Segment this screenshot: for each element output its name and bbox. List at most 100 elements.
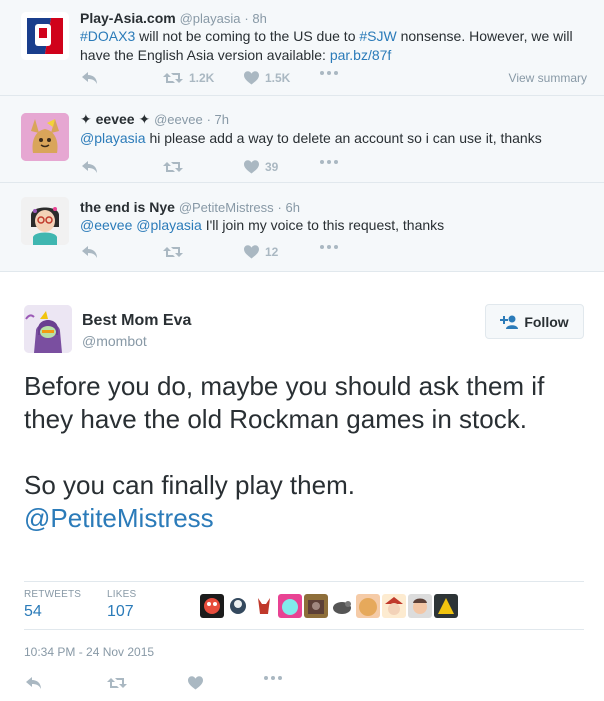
reply-button[interactable]: [26, 676, 42, 690]
mention-link[interactable]: @eevee: [80, 217, 132, 233]
eevee-avatar[interactable]: [21, 113, 69, 161]
more-dots-icon: [320, 245, 338, 249]
more-dots-icon: [320, 71, 338, 75]
liker-avatar[interactable]: [304, 594, 328, 618]
more-button[interactable]: [320, 245, 338, 249]
reply-button[interactable]: [82, 71, 98, 85]
tweet-header: the end is Nye @PetiteMistress · 6h: [80, 199, 300, 215]
author-handle[interactable]: @eevee: [154, 112, 203, 127]
tweet-header: ✦ eevee ✦ @eevee · 7h: [80, 111, 229, 128]
tweet-text-part: I'll join my voice to this request, than…: [201, 217, 445, 233]
reply-icon: [82, 72, 97, 84]
liker-avatar[interactable]: [408, 594, 432, 618]
playasia-avatar[interactable]: [21, 12, 69, 60]
more-button[interactable]: [320, 71, 338, 75]
heart-icon: [244, 160, 259, 174]
author-name-text: eevee: [95, 111, 135, 127]
reply-tweet-petitemistress[interactable]: the end is Nye @PetiteMistress · 6h @eev…: [0, 183, 604, 272]
liker-avatar[interactable]: [330, 594, 354, 618]
retweet-icon: [163, 162, 183, 172]
tweet-actions: 12: [80, 245, 590, 263]
likes-count[interactable]: 107: [107, 603, 134, 621]
retweet-button[interactable]: [163, 245, 183, 259]
more-dots-icon: [320, 160, 338, 164]
reply-icon: [82, 161, 97, 173]
more-dots-icon: [264, 676, 282, 680]
mention-link[interactable]: @playasia: [80, 130, 146, 146]
reply-icon: [26, 677, 41, 689]
author-name[interactable]: Play-Asia.com: [80, 10, 176, 26]
like-button[interactable]: 39: [244, 160, 278, 174]
view-summary-link[interactable]: View summary: [509, 71, 587, 85]
retweet-button[interactable]: [107, 676, 127, 690]
tweet-time[interactable]: · 6h: [278, 200, 300, 215]
liker-avatar[interactable]: [252, 594, 276, 618]
like-button[interactable]: 1.5K: [244, 71, 290, 85]
tweet-timestamp[interactable]: 10:34 PM - 24 Nov 2015: [24, 645, 154, 659]
reply-tweet-playasia[interactable]: Play-Asia.com @playasia · 8h #DOAX3 will…: [0, 0, 604, 96]
follow-button[interactable]: Follow: [485, 304, 584, 339]
more-button[interactable]: [264, 676, 282, 680]
like-count: 12: [265, 245, 279, 259]
stats-divider-bottom: [24, 629, 584, 630]
tweet-text: @playasia hi please add a way to delete …: [80, 129, 585, 148]
likes-label: LIKES: [107, 589, 137, 600]
mention-link[interactable]: @playasia: [136, 217, 202, 233]
reply-button[interactable]: [82, 245, 98, 259]
heart-icon: [188, 676, 203, 690]
heart-icon: [244, 245, 259, 259]
hashtag-link[interactable]: #DOAX3: [80, 28, 135, 44]
liker-avatar[interactable]: [434, 594, 458, 618]
follow-user-icon: [500, 315, 519, 329]
more-button[interactable]: [320, 160, 338, 164]
tweet-time[interactable]: · 7h: [207, 112, 229, 127]
tweet-text-part: will not be coming to the US due to: [135, 28, 360, 44]
like-button[interactable]: 12: [244, 245, 278, 259]
author-name[interactable]: the end is Nye: [80, 199, 175, 215]
liker-avatar[interactable]: [382, 594, 406, 618]
follow-label: Follow: [524, 313, 569, 330]
url-link[interactable]: par.bz/87f: [330, 47, 392, 63]
retweet-button[interactable]: 1.2K: [163, 71, 214, 85]
reply-icon: [82, 246, 97, 258]
liker-avatar[interactable]: [200, 594, 224, 618]
retweets-label: RETWEETS: [24, 589, 82, 600]
author-handle[interactable]: @PetiteMistress: [179, 200, 274, 215]
retweet-button[interactable]: [163, 160, 183, 174]
main-tweet-actions: [24, 676, 534, 694]
retweet-icon: [163, 73, 183, 83]
petitemistress-avatar[interactable]: [21, 197, 69, 245]
retweets-count[interactable]: 54: [24, 603, 42, 621]
like-count: 39: [265, 160, 279, 174]
author-name[interactable]: ✦ eevee ✦: [80, 111, 150, 127]
main-tweet-text: Before you do, maybe you should ask them…: [24, 370, 584, 535]
main-tweet-body: Before you do, maybe you should ask them…: [24, 371, 545, 500]
mombot-avatar[interactable]: [24, 305, 72, 353]
liker-avatar[interactable]: [226, 594, 250, 618]
hashtag-link[interactable]: #SJW: [359, 28, 396, 44]
like-button[interactable]: [188, 676, 203, 690]
like-count: 1.5K: [265, 71, 291, 85]
main-author-name[interactable]: Best Mom Eva: [82, 312, 191, 330]
heart-icon: [244, 71, 259, 85]
retweet-icon: [107, 678, 127, 688]
tweet-text-part: hi please add a way to delete an account…: [145, 130, 542, 146]
likers-avatar-row: [200, 594, 460, 618]
liker-avatar[interactable]: [278, 594, 302, 618]
tweet-header: Play-Asia.com @playasia · 8h: [80, 10, 267, 26]
tweet-actions: 39: [80, 160, 590, 178]
name-decoration: ✦: [80, 111, 92, 127]
mention-link[interactable]: @PetiteMistress: [24, 503, 214, 533]
main-author-handle[interactable]: @mombot: [82, 333, 147, 349]
author-handle[interactable]: @playasia: [180, 11, 241, 26]
tweet-text: #DOAX3 will not be coming to the US due …: [80, 27, 585, 65]
reply-button[interactable]: [82, 160, 98, 174]
reply-tweet-eevee[interactable]: ✦ eevee ✦ @eevee · 7h @playasia hi pleas…: [0, 96, 604, 183]
stats-divider-top: [24, 581, 584, 582]
liker-avatar[interactable]: [356, 594, 380, 618]
tweet-time[interactable]: · 8h: [244, 11, 266, 26]
retweet-count: 1.2K: [189, 71, 215, 85]
name-decoration: ✦: [138, 111, 151, 127]
retweet-icon: [163, 247, 183, 257]
tweet-text: @eevee @playasia I'll join my voice to t…: [80, 216, 585, 235]
